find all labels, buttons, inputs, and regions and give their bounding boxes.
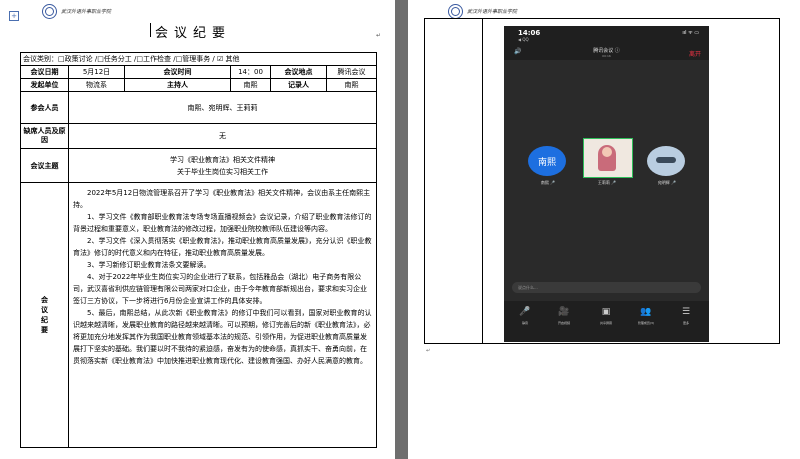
date-value: 5月12日 bbox=[68, 65, 125, 79]
meeting-category: 会议类别：□政策讨论 /□任务分工 /□工作检查 /□管理事务 / ☑ 其他 bbox=[19, 52, 378, 66]
minutes-paragraph: 1、学习文件《教育部职业教育法专场专场直播视频会》会议记录，介绍了职业教育法修订… bbox=[73, 213, 372, 233]
school-name: 武汉外语外事职业学院 bbox=[467, 9, 518, 15]
minutes-paragraph: 3、学习新修订职业教育法条文要解读。 bbox=[87, 261, 211, 269]
topic-line: 学习《职业教育法》相关文件精神 bbox=[170, 155, 276, 164]
airplane-icon bbox=[656, 157, 676, 163]
document-page-right: 武汉外语外事职业学院 14:06 ◀ QQ ııl ᯤ ▭ 🔊 腾讯会议 ⓘ 0… bbox=[408, 0, 800, 459]
minutes-content: 2022年5月12日物流管理系召开了学习《职业教育法》相关文件精神，会议由系主任… bbox=[67, 182, 378, 448]
table-move-handle[interactable]: + bbox=[9, 11, 19, 21]
emblem-icon bbox=[42, 4, 57, 19]
mute-button: 🎤 静音 bbox=[508, 307, 542, 325]
share-screen-icon: ▣ bbox=[601, 307, 611, 317]
attendees-label: 参会人员 bbox=[20, 91, 69, 124]
school-logo: 武汉外语外事职业学院 bbox=[448, 4, 517, 19]
participant-tile: 宛明辉 🎤 bbox=[637, 136, 697, 196]
participant-name: 宛明辉 🎤 bbox=[657, 180, 677, 185]
school-logo: 武汉外语外事职业学院 bbox=[42, 4, 111, 19]
text-cursor bbox=[150, 23, 151, 37]
minutes-paragraph: 2、学习文件《深入贯彻落实《职业教育法》，推动职业教育高质量发展》，充分认识《职… bbox=[73, 237, 372, 257]
host-label: 主持人 bbox=[124, 78, 231, 92]
time-value: 14：00 bbox=[230, 65, 271, 79]
dept-label: 发起单位 bbox=[20, 78, 69, 92]
avatar bbox=[583, 138, 633, 178]
phone-status-bar: 14:06 ◀ QQ ııl ᯤ ▭ bbox=[504, 26, 709, 46]
minutes-table: 会议类别：□政策讨论 /□任务分工 /□工作检查 /□管理事务 / ☑ 其他 会… bbox=[19, 52, 378, 448]
minutes-paragraph: 4、对于2022年毕业生岗位实习的企业进行了联系，包括雅品会（湖北）电子商务有限… bbox=[73, 273, 367, 305]
paragraph-mark-icon: ↵ bbox=[376, 32, 382, 39]
recorder-label: 记录人 bbox=[270, 78, 327, 92]
dept-value: 物流系 bbox=[68, 78, 125, 92]
recorder-value: 南熙 bbox=[325, 78, 378, 92]
topic-label: 会议主题 bbox=[20, 148, 69, 183]
more-button: ☰ 更多 bbox=[669, 307, 703, 325]
emblem-icon bbox=[448, 4, 463, 19]
participant-tile: 王莉莉 🎤 bbox=[577, 136, 637, 196]
absent-value: 无 bbox=[67, 123, 378, 149]
place-value: 腾讯会议 bbox=[325, 65, 378, 79]
back-to-app: ◀ QQ bbox=[518, 37, 529, 42]
page-gap bbox=[395, 0, 408, 459]
page-title: 会议纪要 bbox=[155, 26, 232, 41]
avatar: 南熙 bbox=[528, 146, 566, 176]
participant-name: 南熙 🎤 bbox=[540, 180, 556, 185]
meeting-duration: 00:16 bbox=[602, 54, 611, 58]
minutes-label: 会议纪要 bbox=[20, 182, 69, 448]
share-screen-button: ▣ 共享屏幕 bbox=[589, 307, 623, 325]
status-time: 14:06 bbox=[518, 29, 541, 37]
minutes-paragraph: 5、最后，南熙总结，从此次新《职业教育法》的修订中我们可以看到，国家对职业教育的… bbox=[73, 309, 372, 365]
attendees-value: 南熙、宛明辉、王莉莉 bbox=[67, 91, 378, 124]
paragraph-mark-icon: ↵ bbox=[426, 348, 431, 354]
members-button: 👥 管理成员(3) bbox=[629, 307, 663, 325]
minutes-paragraph: 2022年5月12日物流管理系召开了学习《职业教育法》相关文件精神，会议由系主任… bbox=[73, 189, 371, 209]
signal-battery-icon: ııl ᯤ ▭ bbox=[682, 30, 699, 36]
meeting-title: 腾讯会议 ⓘ bbox=[593, 48, 620, 54]
meeting-header: 🔊 腾讯会议 ⓘ 00:16 离开 bbox=[504, 46, 709, 60]
host-value: 南熙 bbox=[230, 78, 271, 92]
document-page-left: 武汉外语外事职业学院 + 会议纪要 ↵ 会议类别：□政策讨论 /□任务分工 /□… bbox=[0, 0, 395, 459]
chat-input: 说点什么... bbox=[512, 282, 701, 293]
camera-icon: 🎥 bbox=[558, 307, 570, 317]
members-icon: 👥 bbox=[640, 307, 652, 317]
school-name: 武汉外语外事职业学院 bbox=[61, 9, 112, 15]
microphone-icon: 🎤 bbox=[519, 307, 531, 317]
meeting-toolbar: 🎤 静音 🎥 开启视频 ▣ 共享屏幕 👥 管理成员(3) ☰ 更多 bbox=[504, 301, 709, 342]
absent-label: 缺席人员及原因 bbox=[20, 123, 69, 149]
video-button: 🎥 开启视频 bbox=[547, 307, 581, 325]
participant-tile: 南熙 南熙 🎤 bbox=[518, 136, 578, 196]
participant-name: 王莉莉 🎤 bbox=[597, 180, 617, 185]
time-label: 会议时间 bbox=[124, 65, 231, 79]
place-label: 会议地点 bbox=[270, 65, 327, 79]
table-column-divider bbox=[482, 19, 483, 343]
topic-value: 学习《职业教育法》相关文件精神 关于毕业生岗位实习相关工作 bbox=[67, 148, 378, 183]
topic-line: 关于毕业生岗位实习相关工作 bbox=[177, 167, 269, 176]
date-label: 会议日期 bbox=[20, 65, 69, 79]
meeting-screenshot: 14:06 ◀ QQ ııl ᯤ ▭ 🔊 腾讯会议 ⓘ 00:16 离开 南熙 … bbox=[504, 26, 709, 342]
avatar bbox=[647, 146, 685, 176]
leave-button: 离开 bbox=[688, 51, 701, 58]
screenshot-table: 14:06 ◀ QQ ııl ᯤ ▭ 🔊 腾讯会议 ⓘ 00:16 离开 南熙 … bbox=[424, 18, 780, 344]
menu-icon: ☰ bbox=[681, 307, 691, 317]
